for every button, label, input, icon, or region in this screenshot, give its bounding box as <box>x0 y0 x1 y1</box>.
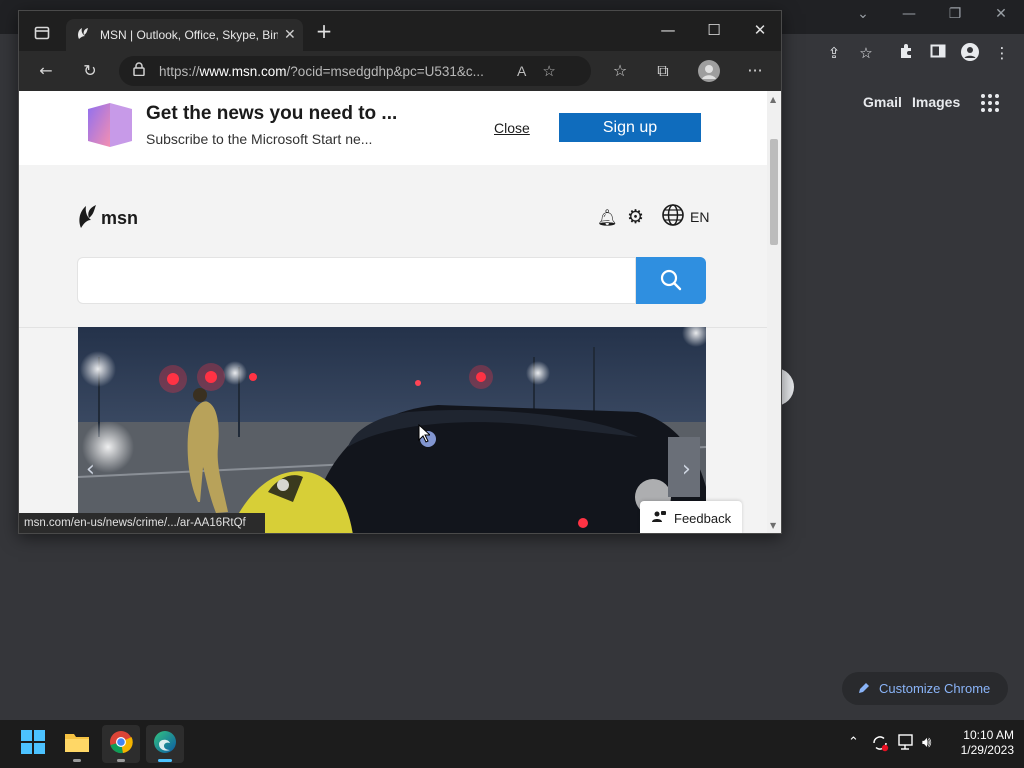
gmail-link[interactable]: Gmail <box>863 94 902 110</box>
status-bar-link: msn.com/en-us/news/crime/.../ar-AA16RtQf <box>19 513 265 533</box>
notifications-bell-icon[interactable]: 🔔︎ <box>597 208 617 227</box>
microsoft-start-logo-icon <box>86 101 134 156</box>
taskbar-chrome[interactable] <box>102 725 140 763</box>
chrome-close-button[interactable]: ✕ <box>990 6 1012 24</box>
msn-logo[interactable]: msn <box>77 203 138 234</box>
tab-actions-icon[interactable] <box>31 25 53 47</box>
read-aloud-icon[interactable]: A <box>517 63 526 79</box>
chrome-minimize-button[interactable]: — <box>898 6 920 24</box>
tab-close-icon[interactable]: ✕ <box>284 27 296 43</box>
settings-more-icon[interactable]: ··· <box>744 60 766 82</box>
scroll-down-icon[interactable]: ▼ <box>770 521 776 530</box>
edge-window: MSN | Outlook, Office, Skype, Bing ✕ + —… <box>18 10 782 534</box>
clock-date: 1/29/2023 <box>960 743 1014 757</box>
windows-logo-icon <box>21 729 45 759</box>
start-button[interactable] <box>14 725 52 763</box>
sync-alert-icon[interactable] <box>871 734 889 756</box>
running-indicator <box>117 759 125 762</box>
edge-minimize-button[interactable]: — <box>657 21 679 39</box>
edge-close-button[interactable]: ✕ <box>749 21 771 39</box>
feedback-icon <box>652 510 666 527</box>
taskbar-edge[interactable] <box>146 725 184 763</box>
feedback-label: Feedback <box>674 510 732 526</box>
banner-close-link[interactable]: Close <box>494 120 530 136</box>
banner-subtitle: Subscribe to the Microsoft Start ne... <box>146 131 373 147</box>
edge-titlebar: MSN | Outlook, Office, Skype, Bing ✕ + —… <box>19 11 781 51</box>
language-label[interactable]: EN <box>690 209 709 225</box>
carousel-next-icon[interactable]: › <box>682 457 691 482</box>
network-icon[interactable] <box>898 734 916 754</box>
language-globe-icon[interactable] <box>662 204 684 230</box>
volume-icon[interactable]: 🔊︎ <box>922 733 931 751</box>
banner-title: Get the news you need to ... <box>146 103 398 124</box>
taskbar-clock[interactable]: 10:10 AM 1/29/2023 <box>950 728 1014 758</box>
msn-favicon-icon <box>76 26 90 45</box>
new-tab-button[interactable]: + <box>313 19 335 43</box>
profile-icon[interactable] <box>960 43 980 63</box>
search-button[interactable] <box>636 257 706 304</box>
settings-gear-icon[interactable]: ⚙ <box>627 206 644 228</box>
msn-page: Get the news you need to ... Subscribe t… <box>19 91 767 533</box>
extensions-icon[interactable] <box>896 43 916 63</box>
active-indicator <box>158 759 172 762</box>
edge-active-tab[interactable]: MSN | Outlook, Office, Skype, Bing ✕ <box>66 19 303 51</box>
subscribe-banner: Get the news you need to ... Subscribe t… <box>19 91 767 165</box>
tray-overflow-chevron-icon[interactable]: ⌃ <box>848 735 859 750</box>
msn-butterfly-icon <box>77 203 97 234</box>
edge-logo-icon <box>153 730 177 759</box>
signup-button[interactable]: Sign up <box>559 113 701 142</box>
running-indicator <box>73 759 81 762</box>
page-scrollbar[interactable]: ▲ ▼ <box>767 91 781 533</box>
url-text: https://www.msn.com/?ocid=msedgdhp&pc=U5… <box>159 63 484 79</box>
tab-title: MSN | Outlook, Office, Skype, Bing <box>100 28 278 42</box>
share-icon[interactable]: ⇪ <box>824 43 844 63</box>
sidebar-icon[interactable] <box>928 43 948 63</box>
hero-news-image[interactable]: ‹ › <box>78 327 706 533</box>
clock-time: 10:10 AM <box>963 728 1014 742</box>
google-apps-icon[interactable] <box>981 94 999 112</box>
search-icon <box>660 269 682 296</box>
lock-icon <box>133 61 145 81</box>
images-link[interactable]: Images <box>912 94 960 110</box>
taskbar-file-explorer[interactable] <box>58 725 96 763</box>
favorites-icon[interactable]: ☆ <box>609 60 631 82</box>
profile-avatar-icon[interactable] <box>698 60 720 82</box>
msn-logo-text: msn <box>101 208 139 228</box>
edge-maximize-button[interactable]: ☐ <box>703 21 725 39</box>
windows-taskbar: ⌃ 🔊︎ 10:10 AM 1/29/2023 <box>0 720 1024 768</box>
chrome-menu-icon[interactable]: ⋮ <box>992 43 1012 63</box>
star-icon[interactable]: ☆ <box>856 43 876 63</box>
scroll-thumb[interactable] <box>770 139 778 245</box>
refresh-icon[interactable]: ↻ <box>79 60 101 82</box>
folder-icon <box>64 731 90 758</box>
mouse-cursor-icon <box>418 423 432 448</box>
scroll-up-icon[interactable]: ▲ <box>770 95 776 104</box>
carousel-prev-icon[interactable]: ‹ <box>86 457 95 482</box>
customize-chrome-label: Customize Chrome <box>879 681 991 696</box>
chrome-logo-icon <box>109 730 133 759</box>
edge-toolbar: ← ↻ https://www.msn.com/?ocid=msedgdhp&p… <box>19 51 781 91</box>
chrome-tab-search-icon[interactable]: ⌄ <box>852 6 874 24</box>
feedback-button[interactable]: Feedback <box>640 501 742 533</box>
back-arrow-icon[interactable]: ← <box>35 60 57 82</box>
search-input[interactable] <box>77 257 636 304</box>
collections-icon[interactable]: ⧉ <box>652 60 674 82</box>
add-favorite-icon[interactable]: ☆ <box>542 62 555 80</box>
chrome-restore-button[interactable]: ❐ <box>944 6 966 24</box>
customize-chrome-button[interactable]: Customize Chrome <box>842 672 1008 705</box>
address-bar[interactable]: https://www.msn.com/?ocid=msedgdhp&pc=U5… <box>119 56 591 86</box>
pencil-icon <box>858 681 871 697</box>
